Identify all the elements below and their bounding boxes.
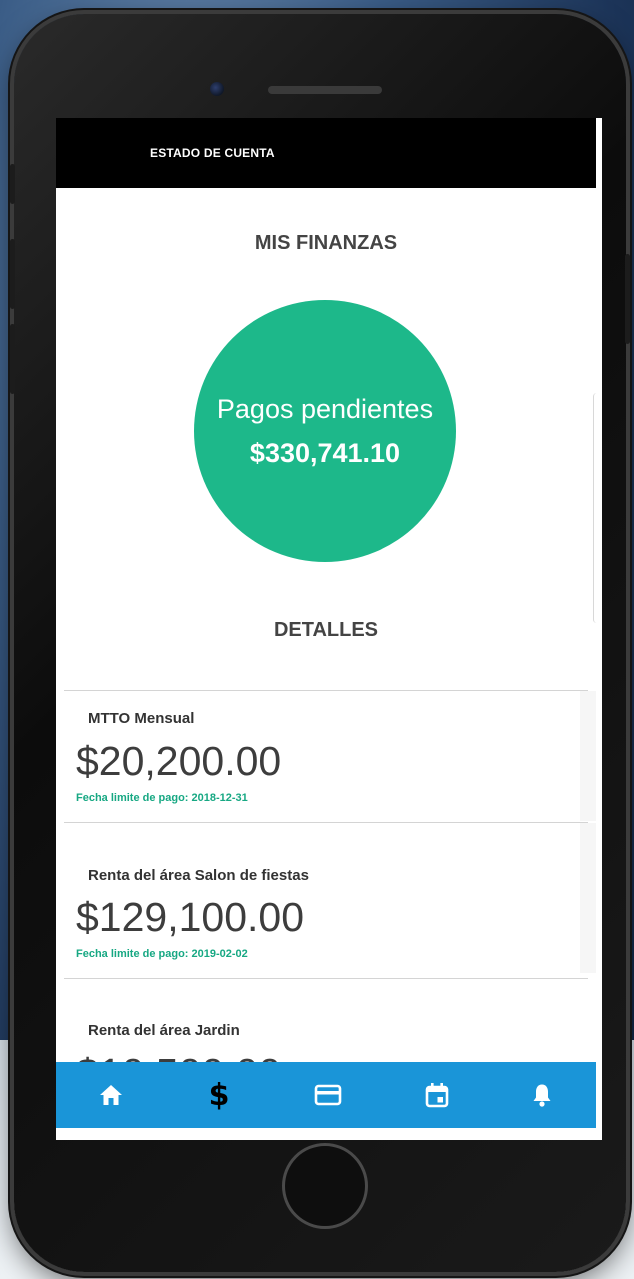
pending-payments-label: Pagos pendientes [216, 394, 434, 424]
finances-title: MIS FINANZAS [254, 232, 398, 254]
item-due-date: Fecha limite de pago: 2018-12-31 [76, 792, 248, 804]
details-title: DETALLES [273, 619, 379, 641]
home-icon [100, 1085, 122, 1105]
divider [64, 978, 588, 979]
calendar-icon [425, 1083, 449, 1108]
dollar-icon: $ [208, 1077, 230, 1113]
tab-payments[interactable] [278, 1062, 378, 1128]
item-title: MTTO Mensual [88, 710, 195, 727]
pending-payments-amount: $330,741.10 [249, 438, 401, 468]
tab-notifications[interactable] [492, 1062, 592, 1128]
header-edge [596, 118, 602, 188]
side-button-silent [10, 164, 15, 204]
divider [64, 690, 588, 691]
item-shade [580, 691, 596, 821]
credit-card-icon [314, 1084, 342, 1106]
item-amount: $20,200.00 [76, 738, 282, 784]
item-title: Renta del área Jardin [88, 1022, 240, 1039]
front-camera [210, 82, 224, 96]
divider [64, 822, 588, 823]
tab-calendar[interactable] [387, 1062, 487, 1128]
item-title: Renta del área Salon de fiestas [88, 867, 309, 884]
bell-icon [533, 1084, 551, 1107]
app-header: ESTADO DE CUENTA [56, 118, 596, 188]
scroll-indicator[interactable] [593, 393, 600, 623]
side-button-volume-down [10, 324, 15, 394]
item-shade [580, 823, 596, 973]
header-title: ESTADO DE CUENTA [150, 146, 275, 160]
side-button-power [625, 254, 630, 344]
side-button-volume-up [10, 239, 15, 309]
tab-finances[interactable]: $ [169, 1062, 269, 1128]
home-button[interactable] [282, 1143, 368, 1229]
tab-home[interactable] [61, 1062, 161, 1128]
bottom-tab-bar: $ [56, 1062, 596, 1128]
item-due-date: Fecha limite de pago: 2019-02-02 [76, 948, 248, 960]
pending-payments-circle[interactable]: Pagos pendientes $330,741.10 [194, 300, 456, 562]
earpiece-speaker [268, 86, 382, 94]
item-amount: $129,100.00 [76, 894, 305, 940]
app-screen: ESTADO DE CUENTA MIS FINANZAS Pagos pend… [56, 118, 602, 1140]
